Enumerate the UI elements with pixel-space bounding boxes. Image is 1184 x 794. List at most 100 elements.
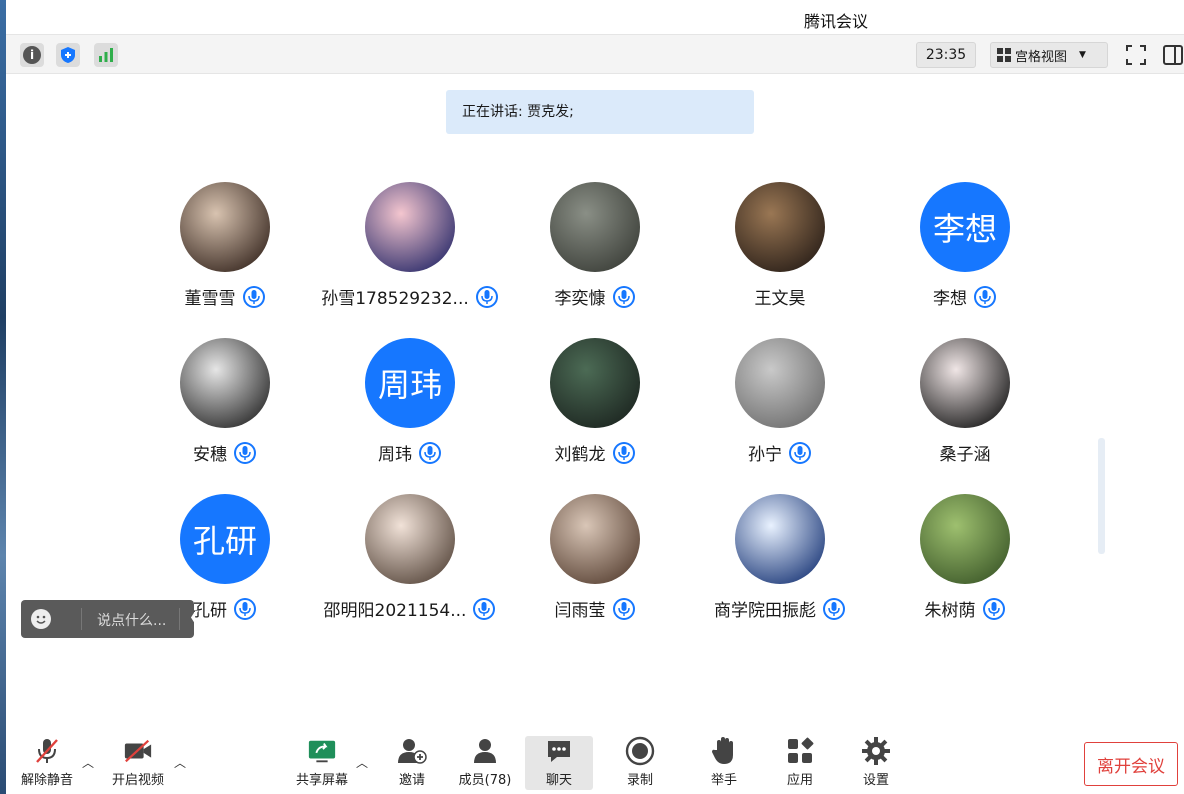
participant-name-row: 孙雪178529232... (310, 284, 510, 309)
participant-name: 邵明阳2021154... (323, 601, 467, 621)
view-mode-label: 宫格视图 (1015, 49, 1068, 65)
audio-options-caret-icon[interactable]: ︿ (82, 754, 94, 771)
add-user-icon (397, 736, 427, 766)
participant-name: 桑子涵 (939, 445, 991, 465)
mic-icon (418, 441, 442, 465)
participant-tile[interactable]: 李想 李想 (865, 182, 1065, 322)
start-video-button[interactable]: 开启视频 (108, 736, 168, 790)
info-icon[interactable]: i (20, 43, 44, 67)
mic-icon (788, 441, 812, 465)
muted-mic-icon (32, 736, 62, 766)
avatar: 李想 (920, 182, 1010, 272)
invite-label: 邀请 (398, 773, 425, 788)
meeting-clock: 23:35 (916, 42, 976, 68)
avatar (735, 182, 825, 272)
record-button[interactable]: 录制 (620, 736, 660, 790)
participant-tile[interactable]: 孙宁 (680, 338, 880, 478)
video-off-icon (123, 736, 153, 766)
participant-name-row: 商学院田振彪 (680, 596, 880, 621)
avatar (735, 338, 825, 428)
chevron-left-icon[interactable]: ❮ (189, 609, 201, 625)
participant-tile[interactable]: 桑子涵 (865, 338, 1065, 478)
side-panel-icon[interactable] (1162, 43, 1184, 67)
record-icon (625, 736, 655, 766)
view-mode-select[interactable]: 宫格视图 ▼ (990, 42, 1108, 68)
leave-meeting-button[interactable]: 离开会议 (1084, 742, 1178, 786)
record-label: 录制 (626, 773, 653, 788)
participant-tile[interactable]: 闫雨莹 (495, 494, 695, 634)
title-bar: 腾讯会议 (6, 0, 1184, 34)
participant-tile[interactable]: 朱树荫 (865, 494, 1065, 634)
chat-bubble-icon (544, 736, 574, 766)
participant-tile[interactable]: 李奕慷 (495, 182, 695, 322)
hand-icon (709, 736, 739, 766)
chat-button[interactable]: 聊天 (525, 736, 593, 790)
avatar: 周玮 (365, 338, 455, 428)
participant-name-row: 周玮 (310, 440, 510, 465)
gear-icon (861, 736, 891, 766)
mic-icon (233, 597, 257, 621)
participant-name: 孙雪178529232... (321, 289, 469, 309)
participant-tile[interactable]: 孙雪178529232... (310, 182, 510, 322)
shield-icon[interactable] (56, 43, 80, 67)
settings-button[interactable]: 设置 (856, 736, 896, 790)
participant-tile[interactable]: 刘鹤龙 (495, 338, 695, 478)
chat-input-placeholder[interactable]: 说点什么... (97, 610, 166, 630)
mic-icon (982, 597, 1006, 621)
participant-name-row: 孙宁 (680, 440, 880, 465)
share-screen-label: 共享屏幕 (295, 773, 348, 788)
participant-name: 商学院田振彪 (714, 601, 816, 621)
participant-name: 朱树荫 (924, 601, 976, 621)
quick-chat-popup[interactable]: 说点什么... ❮ (21, 600, 201, 638)
participant-name-row: 闫雨莹 (495, 596, 695, 621)
unmute-button[interactable]: 解除静音 (18, 736, 76, 790)
scrollbar[interactable] (1098, 438, 1105, 554)
share-screen-button[interactable]: 共享屏幕 (292, 736, 352, 790)
fullscreen-icon[interactable] (1124, 43, 1148, 67)
participant-name-row: 邵明阳2021154... (310, 596, 510, 621)
raise-hand-label: 举手 (710, 773, 737, 788)
mic-icon (612, 441, 636, 465)
divider (81, 608, 82, 630)
participant-name: 王文昊 (754, 289, 806, 309)
video-options-caret-icon[interactable]: ︿ (174, 754, 186, 771)
mic-icon (612, 597, 636, 621)
speaking-indicator: 正在讲话: 贾克发; (446, 90, 754, 134)
participant-name-row: 朱树荫 (865, 596, 1065, 621)
participant-name: 李想 (933, 289, 967, 309)
participant-name: 安穗 (193, 445, 227, 465)
apps-button[interactable]: 应用 (780, 736, 820, 790)
caret-down-icon: ▼ (1079, 50, 1086, 60)
participant-tile[interactable]: 周玮 周玮 (310, 338, 510, 478)
settings-label: 设置 (862, 773, 889, 788)
participant-tile[interactable]: 邵明阳2021154... (310, 494, 510, 634)
participant-tile[interactable]: 王文昊 (680, 182, 880, 322)
avatar (365, 494, 455, 584)
raise-hand-button[interactable]: 举手 (704, 736, 744, 790)
bottom-toolbar: 解除静音 ︿ 开启视频 ︿ 共享屏幕 ︿ 邀请 成员(78) 聊天 录制 举手 … (6, 728, 1184, 794)
mic-icon (472, 597, 496, 621)
top-toolbar: i 23:35 宫格视图 ▼ (6, 34, 1184, 74)
participant-tile[interactable]: 商学院田振彪 (680, 494, 880, 634)
meeting-window: 腾讯会议 i 23:35 宫格视图 ▼ 正在讲话: 贾克发; 董雪雪 孙雪1785… (0, 0, 1184, 794)
invite-button[interactable]: 邀请 (392, 736, 432, 790)
chat-label: 聊天 (545, 773, 572, 788)
members-button[interactable]: 成员(78) (454, 736, 516, 790)
signal-icon[interactable] (94, 43, 118, 67)
avatar (365, 182, 455, 272)
share-options-caret-icon[interactable]: ︿ (356, 754, 368, 771)
participant-name-row: 桑子涵 (865, 440, 1065, 465)
participant-tile[interactable]: 董雪雪 (125, 182, 325, 322)
participant-tile[interactable]: 安穗 (125, 338, 325, 478)
participant-name-row: 刘鹤龙 (495, 440, 695, 465)
avatar (920, 338, 1010, 428)
emoji-icon[interactable] (31, 609, 51, 629)
avatar (735, 494, 825, 584)
mic-icon (233, 441, 257, 465)
mic-icon (822, 597, 846, 621)
unmute-label: 解除静音 (20, 773, 73, 788)
start-video-label: 开启视频 (111, 773, 164, 788)
avatar (920, 494, 1010, 584)
participant-name: 闫雨莹 (554, 601, 606, 621)
members-label: 成员(78) (458, 773, 512, 788)
